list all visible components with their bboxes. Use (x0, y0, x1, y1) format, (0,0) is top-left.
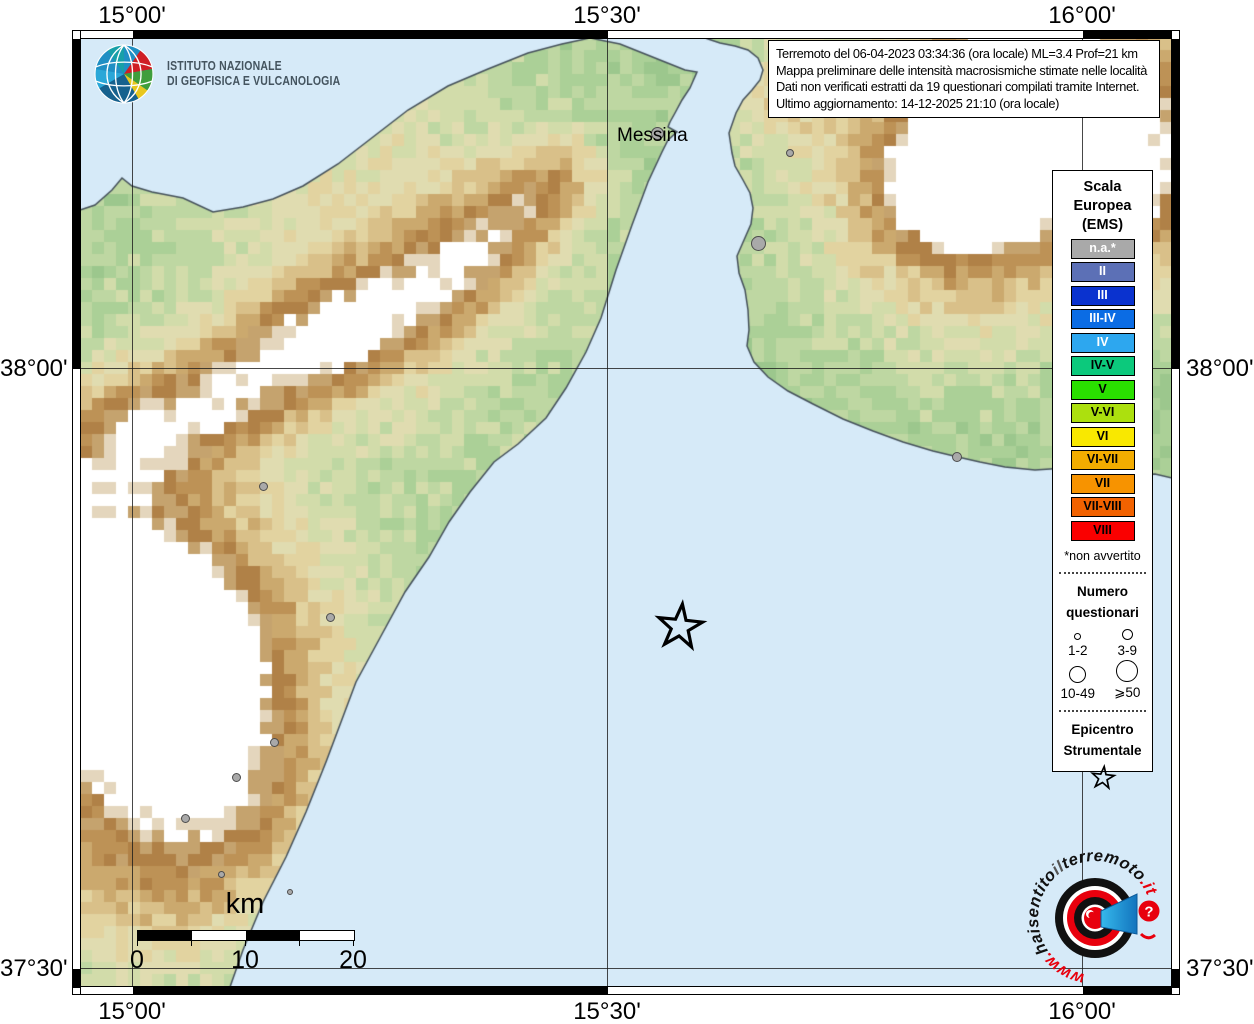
ingv-globe-icon (94, 44, 154, 104)
legend-title: Scala Europea (EMS) (1053, 178, 1152, 235)
questionnaire-class-label: ⩾50 (1114, 684, 1141, 700)
epicenter-legend-line: Strumentale (1063, 742, 1142, 758)
axis-label-right-37-30: 37°30' (1186, 955, 1254, 982)
grid-line-15-30 (607, 38, 608, 987)
ingv-logo: ISTITUTO NAZIONALE DI GEOFISICA E VULCAN… (93, 43, 373, 105)
ems-level-swatch: III (1070, 285, 1135, 306)
ems-level-swatch: III-IV (1070, 309, 1135, 329)
questionnaire-class: 10-49 (1053, 660, 1103, 701)
questionnaire-size-circle-icon (1069, 665, 1087, 683)
questionnaire-size-circle-icon (1121, 628, 1133, 640)
locality-marker (231, 772, 241, 782)
ems-level-swatch: IV-V (1070, 356, 1135, 376)
questionnaires-title-line: questionari (1066, 604, 1139, 620)
ems-scale-swatches: n.a.* II III III-IV IV IV-V V V-VI VI VI-VII VII VI… (1053, 238, 1152, 541)
ems-level-swatch: VII (1070, 473, 1135, 494)
questionnaires-title: Numero questionari (1053, 581, 1152, 623)
questionnaire-class: ⩾50 (1103, 659, 1153, 701)
locality-marker (750, 235, 766, 251)
legend-title-line: Europea (1073, 198, 1132, 214)
scale-bar-tick (191, 940, 192, 946)
grid-line-38-00 (80, 368, 1172, 369)
locality-marker (952, 452, 962, 462)
watermark-hai: haisentito (1024, 866, 1060, 958)
epicenter-legend-title: Epicentro Strumentale (1053, 719, 1152, 761)
frame-bottom (72, 986, 1180, 995)
info-line-event: Terremoto del 06-04-2023 03:34:36 (ora l… (776, 46, 1138, 61)
questionnaire-size-classes: 1-2 3-9 10-49 ⩾50 (1053, 628, 1153, 701)
haisentitoilterremoto-logo: ? www.haisentitoilterremoto.it (1024, 847, 1160, 988)
info-line-data: Dati non verificati estratti da 19 quest… (776, 79, 1140, 94)
ems-level-swatch: n.a.* (1070, 238, 1135, 259)
axis-label-top-16-00: 16°00' (1048, 2, 1116, 29)
questionnaire-class-label: 1-2 (1067, 642, 1088, 658)
axis-label-top-15-30: 15°30' (573, 2, 641, 29)
ems-level-swatch: VI-VII (1070, 450, 1135, 470)
frame-top (72, 30, 1180, 39)
terrain-basemap (80, 38, 1172, 987)
axis-label-right-38-00: 38°00' (1186, 355, 1254, 382)
grid-line-15-00 (132, 38, 133, 987)
frame-right (1171, 30, 1180, 995)
locality-marker (217, 870, 225, 878)
questionnaire-class-label: 10-49 (1060, 685, 1096, 701)
ems-level-swatch: IV (1070, 332, 1135, 353)
ingv-name-line2: DI GEOFISICA E VULCANOLOGIA (167, 74, 341, 88)
scale-bar-label-0: 0 (130, 946, 144, 974)
legend-separator (1058, 571, 1147, 574)
ems-level-swatch: VIII (1070, 520, 1135, 541)
legend-separator (1058, 709, 1147, 712)
macroseismic-map-page: 15°00' 15°30' 16°00' 15°00' 15°30' 16°00… (0, 0, 1254, 1024)
questionnaires-title-line: Numero (1076, 583, 1128, 599)
ems-level-swatch: V (1070, 379, 1135, 400)
epicenter-star-icon (654, 599, 708, 652)
locality-marker (325, 612, 335, 622)
locality-marker (180, 813, 190, 823)
scale-bar-label-20: 20 (339, 946, 367, 974)
ingv-name-line1: ISTITUTO NAZIONALE (167, 59, 282, 73)
legend-title-line: Scala (1083, 179, 1122, 195)
questionnaire-class: 1-2 (1053, 629, 1103, 658)
legend-panel: Scala Europea (EMS) n.a.* II III III-IV IV IV… (1052, 170, 1153, 790)
axis-label-left-37-30: 37°30' (0, 955, 68, 982)
axis-label-bottom-15-30: 15°30' (573, 998, 641, 1024)
scale-bar-label-10: 10 (231, 946, 259, 974)
scale-bar-unit-label: km (225, 888, 265, 920)
svg-text:?: ? (1144, 904, 1153, 921)
questionnaire-size-circle-icon (1116, 659, 1139, 682)
locality-marker (269, 737, 279, 747)
ems-level-swatch: II (1070, 262, 1135, 282)
questionnaire-size-circle-icon (1074, 632, 1082, 640)
locality-marker (258, 481, 268, 491)
city-label-messina: Messina (617, 125, 688, 146)
map-area: Messina km 0 10 20 ? www.haisentitoilter… (80, 38, 1172, 988)
earthquake-info-box: Terremoto del 06-04-2023 03:34:36 (ora l… (768, 40, 1160, 118)
epicenter-legend-star-icon (1089, 763, 1117, 790)
info-line-updated: Ultimo aggiornamento: 14-12-2025 21:10 (… (776, 95, 1060, 111)
questionnaire-class-label: 3-9 (1117, 642, 1137, 658)
axis-label-bottom-15-00: 15°00' (98, 998, 166, 1024)
scale-bar-segments (137, 930, 355, 941)
ems-level-swatch: VII-VIII (1070, 497, 1135, 517)
info-line-map: Mappa preliminare delle intensità macros… (776, 62, 1147, 78)
legend-title-line: (EMS) (1081, 217, 1124, 233)
epicenter-legend-line: Epicentro (1071, 721, 1134, 737)
ems-level-swatch: VI (1070, 426, 1135, 447)
ems-level-swatch: V-VI (1070, 403, 1135, 423)
axis-label-left-38-00: 38°00' (0, 355, 68, 382)
scale-bar-tick (299, 940, 300, 946)
frame-left (72, 30, 81, 995)
locality-marker (786, 149, 794, 157)
questionnaire-class: 3-9 (1103, 628, 1153, 658)
axis-label-top-15-00: 15°00' (98, 2, 166, 29)
legend-footnote: *non avvertito (1064, 548, 1141, 563)
